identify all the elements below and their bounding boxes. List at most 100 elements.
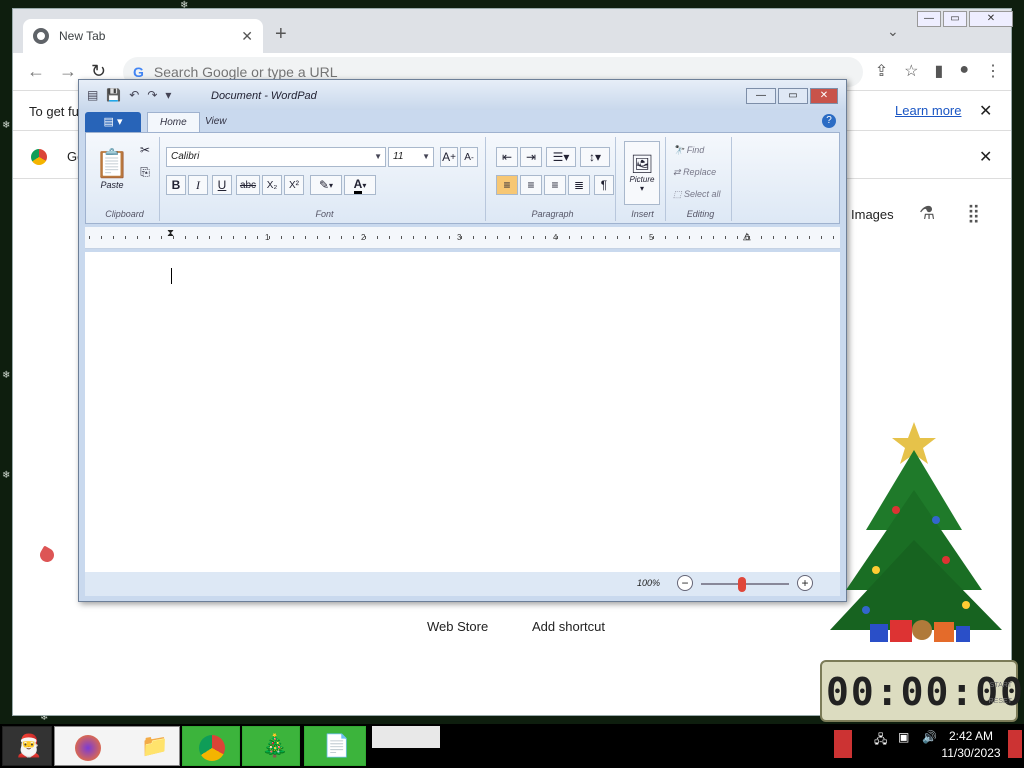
zoom-out-button[interactable]: −: [677, 575, 693, 591]
show-desktop-button[interactable]: [1008, 730, 1022, 758]
tab-search-chevron-icon[interactable]: ⌄: [887, 23, 899, 40]
save-icon[interactable]: 💾: [106, 88, 121, 102]
google-icon: G: [133, 64, 144, 80]
status-bar: 100% − +: [85, 572, 840, 596]
insert-picture-button[interactable]: 🖼 Picture ▾: [624, 141, 660, 205]
bookmark-star-icon[interactable]: ☆: [904, 61, 918, 81]
profile-icon[interactable]: ●: [959, 61, 969, 81]
grow-font-button[interactable]: A +: [440, 147, 458, 167]
file-menu-button[interactable]: ▤ ▾: [85, 112, 141, 132]
share-icon[interactable]: ⇪: [875, 61, 888, 81]
stopwatch-widget[interactable]: 00:00:00 START RESET: [820, 660, 1023, 722]
paragraph-settings-icon[interactable]: ¶: [594, 175, 614, 195]
ruler-tick: [509, 236, 510, 239]
decrease-indent-icon[interactable]: ⇤: [496, 147, 518, 167]
document-area[interactable]: [85, 252, 840, 572]
close-info-bar-icon[interactable]: ✕: [979, 101, 992, 121]
ruler-tick: [461, 236, 462, 239]
images-link[interactable]: Images: [851, 207, 894, 222]
ruler-tick: [101, 236, 102, 239]
menu-icon[interactable]: ⋮: [985, 61, 1001, 81]
ruler-tick: [113, 236, 114, 239]
cut-icon[interactable]: ✂: [136, 141, 154, 159]
group-editing: 🔭 Find ⇄ Replace ⬚ Select all Editing: [670, 137, 732, 221]
wordpad-app-icon[interactable]: ▤: [87, 88, 98, 102]
ruler[interactable]: 1 2 3 4 5 6 ⧗ △: [85, 227, 840, 249]
taskbar-clock[interactable]: 2:42 AM 11/30/2023: [940, 728, 1002, 762]
taskbar-tree-app[interactable]: 🎄: [242, 726, 300, 766]
font-size-select[interactable]: 11 ▼: [388, 147, 434, 167]
network-icon[interactable]: 🖧: [874, 730, 890, 758]
zoom-slider-thumb[interactable]: [738, 577, 746, 592]
new-tab-button[interactable]: +: [275, 23, 287, 46]
apps-grid-icon[interactable]: ⣿: [967, 203, 980, 224]
select-all-button[interactable]: ⬚ Select all: [672, 185, 730, 203]
bold-button[interactable]: B: [166, 175, 186, 195]
italic-button[interactable]: I: [188, 175, 208, 195]
help-icon[interactable]: ?: [822, 114, 836, 128]
ruler-tick: [713, 236, 714, 239]
close-button[interactable]: ✕: [969, 11, 1013, 27]
text-color-button[interactable]: A ▾: [344, 175, 376, 195]
forward-icon[interactable]: →: [59, 61, 77, 82]
increase-indent-icon[interactable]: ⇥: [520, 147, 542, 167]
copy-icon[interactable]: ⎘: [136, 163, 154, 181]
chrome-window-controls: — ▭ ✕: [917, 11, 1013, 27]
replace-button[interactable]: ⇄ Replace: [672, 163, 730, 181]
align-right-icon[interactable]: ≡: [544, 175, 566, 195]
taskbar-chrome[interactable]: [182, 726, 240, 766]
close-button[interactable]: ✕: [810, 88, 838, 104]
start-button-santa[interactable]: 🎅: [2, 726, 52, 766]
undo-icon[interactable]: ↶: [129, 88, 139, 102]
learn-more-link[interactable]: Learn more: [895, 103, 961, 118]
minimize-button[interactable]: —: [917, 11, 941, 27]
redo-icon[interactable]: ↷: [147, 88, 157, 102]
omnibox-input[interactable]: [153, 64, 754, 80]
shortcut-add[interactable]: Add shortcut: [532, 619, 605, 634]
start-label[interactable]: START: [990, 682, 1012, 689]
chevron-down-icon: ▾: [329, 180, 334, 190]
align-left-icon[interactable]: ≡: [496, 175, 518, 195]
tab-new-tab[interactable]: New Tab ✕: [23, 19, 263, 53]
superscript-button[interactable]: X²: [284, 175, 304, 195]
tray-flag-icon[interactable]: [834, 730, 852, 758]
minimize-button[interactable]: —: [746, 88, 776, 104]
back-icon[interactable]: ←: [27, 61, 45, 82]
santa-icon: 🎅: [15, 733, 43, 758]
volume-icon[interactable]: 🔊: [922, 730, 938, 758]
tab-home[interactable]: Home: [147, 112, 200, 132]
chevron-down-icon: ▼: [422, 152, 430, 161]
close-tab-icon[interactable]: ✕: [241, 28, 253, 45]
ribbon-tabs: ▤ ▾ Home View ?: [85, 110, 840, 132]
highlight-color-button[interactable]: ✎ ▾: [310, 175, 342, 195]
strikethrough-button[interactable]: abc: [236, 175, 260, 195]
customize-qat-icon[interactable]: ▾: [165, 88, 171, 102]
labs-flask-icon[interactable]: ⚗: [919, 203, 935, 224]
replace-icon: ⇄: [673, 166, 681, 177]
subscript-button[interactable]: X₂: [262, 175, 282, 195]
find-button[interactable]: 🔭 Find: [672, 141, 730, 159]
align-center-icon[interactable]: ≡: [520, 175, 542, 195]
ruler-tick: [485, 236, 486, 239]
side-panel-icon[interactable]: ▮: [935, 61, 944, 81]
ruler-tick: [557, 236, 558, 239]
reset-label[interactable]: RESET: [989, 698, 1012, 705]
taskbar-firefox[interactable]: 📁: [54, 726, 180, 766]
monitor-icon[interactable]: ▣: [898, 730, 914, 758]
close-banner-icon[interactable]: ✕: [979, 147, 992, 167]
underline-button[interactable]: U: [212, 175, 232, 195]
tab-view[interactable]: View: [193, 112, 239, 132]
bullets-list-icon[interactable]: ☰▾: [546, 147, 576, 167]
taskbar-blank-button[interactable]: [372, 726, 440, 748]
line-spacing-icon[interactable]: ↕▾: [580, 147, 610, 167]
maximize-button[interactable]: ▭: [943, 11, 967, 27]
shortcut-web-store[interactable]: Web Store: [427, 619, 488, 634]
paste-button[interactable]: 📋 Paste: [95, 139, 130, 197]
shrink-font-button[interactable]: A-: [460, 147, 478, 167]
ruler-tick: [833, 236, 834, 239]
taskbar-wordpad[interactable]: 📄: [304, 726, 366, 766]
zoom-in-button[interactable]: +: [797, 575, 813, 591]
font-family-select[interactable]: Calibri ▼: [166, 147, 386, 167]
maximize-button[interactable]: ▭: [778, 88, 808, 104]
justify-icon[interactable]: ≣: [568, 175, 590, 195]
